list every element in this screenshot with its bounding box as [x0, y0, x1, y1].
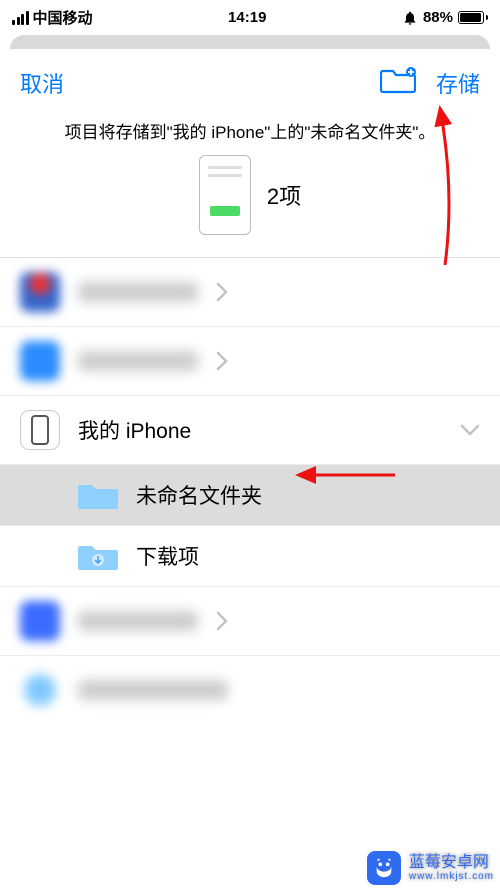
save-button[interactable]: 存储: [436, 67, 480, 99]
item-count: 2项: [267, 179, 301, 211]
battery-percent: 88%: [423, 9, 453, 26]
file-thumbnail: [199, 155, 251, 235]
folder-row-unnamed[interactable]: 未命名文件夹: [0, 465, 500, 526]
location-label: 我的 iPhone: [78, 415, 442, 445]
status-bar: 中国移动 14:19 88%: [0, 0, 500, 35]
watermark-url: www.lmkjst.com: [409, 871, 494, 882]
save-sheet: 取消 存储 项目将存储到"我的 iPhone"上的"未命名文件夹"。 2项: [0, 49, 500, 724]
save-description: 项目将存储到"我的 iPhone"上的"未命名文件夹"。: [0, 110, 500, 155]
preview-area: 2项: [0, 155, 500, 257]
app-icon: [20, 341, 60, 381]
folder-row-downloads[interactable]: 下载项: [0, 526, 500, 587]
iphone-icon: [20, 410, 60, 450]
signal-icon: [12, 11, 29, 25]
watermark-icon: [367, 851, 401, 885]
folder-label: 未命名文件夹: [136, 480, 480, 510]
chevron-right-icon: [216, 611, 228, 631]
cloud-icon: [20, 670, 60, 710]
status-right: 88%: [402, 9, 488, 26]
nav-bar: 取消 存储: [0, 49, 500, 110]
status-left: 中国移动: [12, 7, 93, 28]
location-label-blurred: [78, 611, 198, 631]
app-icon: [20, 601, 60, 641]
folder-icon: [78, 479, 118, 511]
battery-icon: [458, 11, 488, 24]
chevron-right-icon: [216, 282, 228, 302]
location-label-blurred: [78, 282, 198, 302]
watermark: 蓝莓安卓网 www.lmkjst.com: [367, 851, 494, 885]
carrier-label: 中国移动: [33, 7, 93, 28]
location-label-blurred: [78, 680, 228, 700]
location-row-blurred-3[interactable]: [0, 587, 500, 656]
folder-label: 下载项: [136, 541, 480, 571]
new-folder-icon[interactable]: [380, 65, 416, 100]
cancel-button[interactable]: 取消: [20, 67, 64, 99]
alarm-icon: [402, 10, 418, 26]
location-row-blurred-4[interactable]: [0, 656, 500, 724]
chevron-down-icon: [460, 424, 480, 436]
location-row-blurred-2[interactable]: [0, 327, 500, 396]
downloads-folder-icon: [78, 540, 118, 572]
app-icon: [20, 272, 60, 312]
location-label-blurred: [78, 351, 198, 371]
clock: 14:19: [228, 9, 266, 26]
location-row-blurred-1[interactable]: [0, 258, 500, 327]
location-row-my-iphone[interactable]: 我的 iPhone: [0, 396, 500, 465]
chevron-right-icon: [216, 351, 228, 371]
watermark-title: 蓝莓安卓网: [409, 854, 494, 872]
